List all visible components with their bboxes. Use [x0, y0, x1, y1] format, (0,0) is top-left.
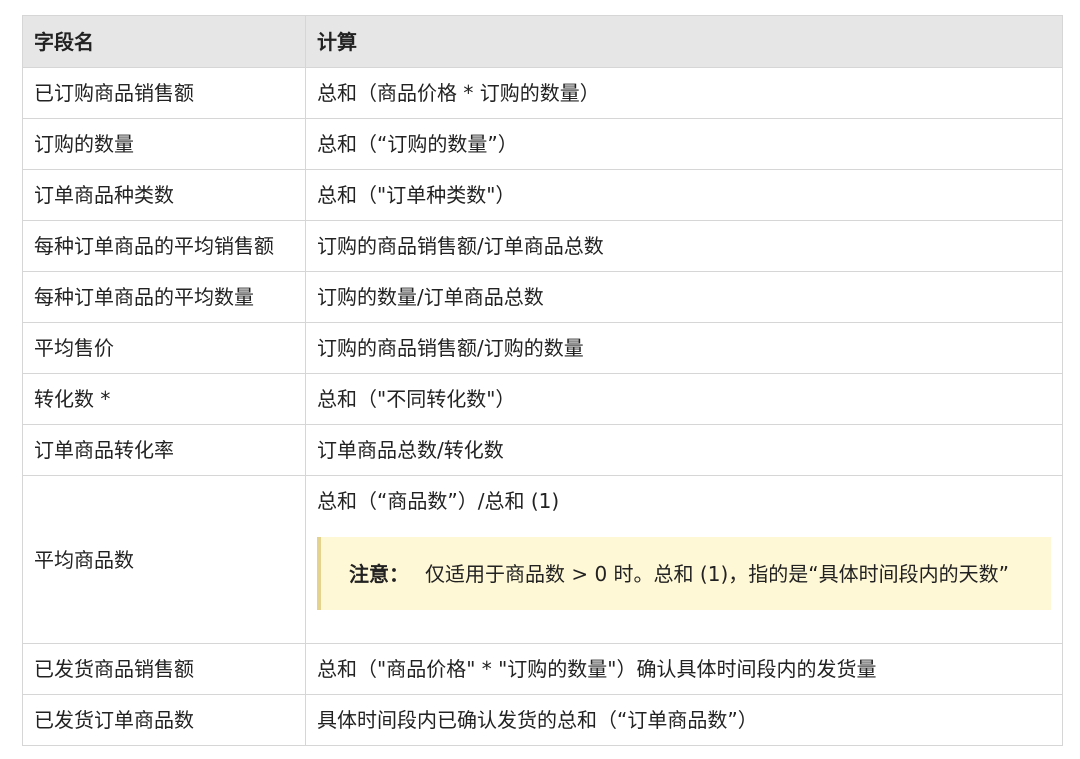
table-row: 每种订单商品的平均销售额 订购的商品销售额/订单商品总数: [22, 220, 1063, 272]
table-row: 订单商品转化率 订单商品总数/转化数: [22, 424, 1063, 476]
field-name-cell: 转化数 *: [22, 373, 306, 425]
calculation-cell: 具体时间段内已确认发货的总和（“订单商品数”）: [305, 694, 1063, 746]
field-name-cell: 订购的数量: [22, 118, 306, 170]
calculation-cell: 总和（"商品价格" * "订购的数量"）确认具体时间段内的发货量: [305, 643, 1063, 695]
metrics-table: 字段名 计算 已订购商品销售额 总和（商品价格 * 订购的数量） 订购的数量 总…: [22, 15, 1063, 746]
metrics-table-container: 字段名 计算 已订购商品销售额 总和（商品价格 * 订购的数量） 订购的数量 总…: [22, 15, 1063, 746]
field-name-cell: 订单商品种类数: [22, 169, 306, 221]
table-row: 已订购商品销售额 总和（商品价格 * 订购的数量）: [22, 67, 1063, 119]
field-name-cell: 已订购商品销售额: [22, 67, 306, 119]
note-callout: 注意： 仅适用于商品数 > 0 时。总和 (1)，指的是“具体时间段内的天数”: [317, 537, 1051, 610]
calculation-cell-with-note: 总和（“商品数”）/总和 (1) 注意： 仅适用于商品数 > 0 时。总和 (1…: [305, 475, 1063, 644]
table-row: 已发货商品销售额 总和（"商品价格" * "订购的数量"）确认具体时间段内的发货…: [22, 643, 1063, 695]
note-text: 仅适用于商品数 > 0 时。总和 (1)，指的是“具体时间段内的天数”: [425, 561, 1009, 586]
calculation-cell: 总和（"不同转化数"）: [305, 373, 1063, 425]
calculation-cell: 总和（“订购的数量”）: [305, 118, 1063, 170]
table-row: 每种订单商品的平均数量 订购的数量/订单商品总数: [22, 271, 1063, 323]
calculation-cell: 总和（"订单种类数"）: [305, 169, 1063, 221]
table-row: 平均售价 订购的商品销售额/订购的数量: [22, 322, 1063, 374]
calculation-cell: 订购的数量/订单商品总数: [305, 271, 1063, 323]
calculation-cell: 订购的商品销售额/订单商品总数: [305, 220, 1063, 272]
field-name-cell: 订单商品转化率: [22, 424, 306, 476]
field-name-cell: 平均商品数: [22, 475, 306, 644]
table-row: 平均商品数 总和（“商品数”）/总和 (1) 注意： 仅适用于商品数 > 0 时…: [22, 475, 1063, 644]
calculation-cell: 订购的商品销售额/订购的数量: [305, 322, 1063, 374]
field-name-cell: 已发货商品销售额: [22, 643, 306, 695]
calculation-cell: 总和（商品价格 * 订购的数量）: [305, 67, 1063, 119]
table-row: 订单商品种类数 总和（"订单种类数"）: [22, 169, 1063, 221]
table-row: 转化数 * 总和（"不同转化数"）: [22, 373, 1063, 425]
field-name-cell: 每种订单商品的平均销售额: [22, 220, 306, 272]
header-field-name: 字段名: [22, 15, 306, 68]
header-calculation: 计算: [305, 15, 1063, 68]
calculation-cell: 订单商品总数/转化数: [305, 424, 1063, 476]
field-name-cell: 已发货订单商品数: [22, 694, 306, 746]
field-name-cell: 每种订单商品的平均数量: [22, 271, 306, 323]
table-row: 订购的数量 总和（“订购的数量”）: [22, 118, 1063, 170]
note-label: 注意：: [349, 561, 409, 586]
calculation-text: 总和（“商品数”）/总和 (1): [317, 489, 560, 513]
table-header-row: 字段名 计算: [22, 15, 1063, 68]
table-row: 已发货订单商品数 具体时间段内已确认发货的总和（“订单商品数”）: [22, 694, 1063, 746]
field-name-cell: 平均售价: [22, 322, 306, 374]
